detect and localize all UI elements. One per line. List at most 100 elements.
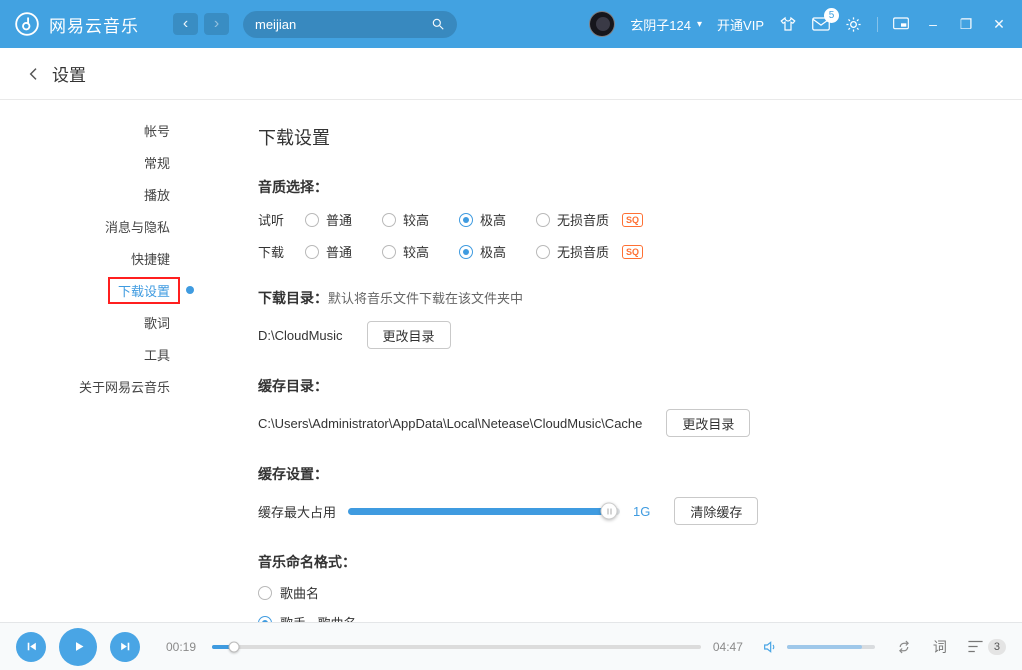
sidebar-item-label: 消息与隐私 xyxy=(105,217,170,236)
next-track-button[interactable] xyxy=(110,632,140,662)
radio-listen-higher[interactable]: 较高 xyxy=(382,210,459,229)
radio-icon[interactable] xyxy=(459,213,473,227)
sidebar-item-shortcuts[interactable]: 快捷键 xyxy=(0,242,196,274)
nav-buttons: ‹ › xyxy=(173,13,229,35)
cache-slider-handle[interactable] xyxy=(601,503,618,520)
caret-down-icon[interactable]: ▾ xyxy=(697,19,702,30)
progress-slider[interactable] xyxy=(212,645,701,649)
volume-slider[interactable] xyxy=(787,645,875,649)
radio-download-normal[interactable]: 普通 xyxy=(305,242,382,261)
lyrics-icon[interactable]: 词 xyxy=(933,637,947,657)
cache-dir-row: C:\Users\Administrator\AppData\Local\Net… xyxy=(258,409,992,437)
radio-label: 歌曲名 xyxy=(280,583,319,602)
play-icon xyxy=(71,639,86,654)
radio-naming-artist-song[interactable]: 歌手 - 歌曲名 xyxy=(258,613,992,622)
playlist-icon[interactable]: 3 xyxy=(967,639,1006,655)
radio-download-lossless[interactable]: 无损音质SQ xyxy=(536,242,643,261)
avatar[interactable] xyxy=(589,11,615,37)
app-logo[interactable]: 网易云音乐 xyxy=(14,11,139,37)
radio-icon[interactable] xyxy=(382,213,396,227)
radio-icon[interactable] xyxy=(382,245,396,259)
quality-row-download: 下载 普通 较高 极高 无损音质SQ xyxy=(258,242,992,261)
download-dir-label-bold: 下载目录： xyxy=(258,290,328,306)
play-button[interactable] xyxy=(59,628,97,666)
radio-listen-lossless[interactable]: 无损音质SQ xyxy=(536,210,643,229)
search-box[interactable] xyxy=(243,11,457,38)
radio-icon[interactable] xyxy=(536,245,550,259)
repeat-mode-icon[interactable] xyxy=(895,638,913,656)
username[interactable]: 玄阴子124 xyxy=(630,15,691,34)
vip-link[interactable]: 开通VIP xyxy=(717,15,764,34)
volume-fill xyxy=(787,645,862,649)
download-dir-label: 下载目录：默认将音乐文件下载在该文件夹中 xyxy=(258,288,992,308)
cache-dir-label: 缓存目录： xyxy=(258,376,992,396)
mail-icon[interactable]: 5 xyxy=(812,17,830,31)
sidebar-item-playback[interactable]: 播放 xyxy=(0,178,196,210)
clear-cache-button[interactable]: 清除缓存 xyxy=(674,497,758,525)
radio-label: 较高 xyxy=(403,242,429,261)
download-dir-path: D:\CloudMusic xyxy=(258,328,343,343)
radio-listen-extreme[interactable]: 极高 xyxy=(459,210,536,229)
settings-content: 下载设置 音质选择： 试听 普通 较高 极高 无损音质SQ 下载 普通 较高 极… xyxy=(196,100,1022,622)
radio-listen-normal[interactable]: 普通 xyxy=(305,210,382,229)
skin-icon[interactable] xyxy=(779,15,797,33)
titlebar: 网易云音乐 ‹ › 玄阴子124 ▾ 开通VIP xyxy=(0,0,1022,48)
sidebar-item-tools[interactable]: 工具 xyxy=(0,338,196,370)
cache-size-slider[interactable] xyxy=(348,508,620,515)
previous-track-button[interactable] xyxy=(16,632,46,662)
naming-label: 音乐命名格式： xyxy=(258,552,992,572)
minimize-icon[interactable]: – xyxy=(924,17,942,31)
netease-logo-icon xyxy=(14,11,40,37)
cache-slider-row: 缓存最大占用 1G 清除缓存 xyxy=(258,497,992,525)
sidebar-item-label: 歌词 xyxy=(144,313,170,332)
settings-gear-icon[interactable] xyxy=(845,16,862,33)
radio-icon[interactable] xyxy=(459,245,473,259)
radio-label: 极高 xyxy=(480,210,506,229)
radio-download-extreme[interactable]: 极高 xyxy=(459,242,536,261)
sidebar-item-label: 工具 xyxy=(144,345,170,364)
volume-icon[interactable] xyxy=(761,639,779,655)
search-icon[interactable] xyxy=(431,17,445,31)
change-download-dir-button[interactable]: 更改目录 xyxy=(367,321,451,349)
radio-icon[interactable] xyxy=(258,586,272,600)
quality-group: 音质选择： 试听 普通 较高 极高 无损音质SQ 下载 普通 较高 极高 无损音… xyxy=(258,177,992,261)
close-icon[interactable]: ✕ xyxy=(990,17,1008,31)
search-input[interactable] xyxy=(255,17,431,32)
annotation-red-box: 下载设置 xyxy=(108,277,180,304)
radio-icon[interactable] xyxy=(305,245,319,259)
player-bar: 00:19 04:47 词 3 xyxy=(0,622,1022,670)
back-button[interactable]: ‹ xyxy=(173,13,198,35)
sq-badge-icon: SQ xyxy=(622,213,643,227)
settings-main: 帐号 常规 播放 消息与隐私 快捷键 下载设置 歌词 工具 关于网易云音乐 下载… xyxy=(0,100,1022,622)
sidebar-item-privacy[interactable]: 消息与隐私 xyxy=(0,210,196,242)
cache-slider-label: 缓存最大占用 xyxy=(258,502,336,521)
maximize-icon[interactable]: ❐ xyxy=(957,17,975,31)
radio-icon[interactable] xyxy=(536,213,550,227)
active-indicator-dot xyxy=(186,286,194,294)
playlist-count-badge: 3 xyxy=(988,639,1006,655)
back-chevron-icon[interactable] xyxy=(26,66,42,82)
radio-download-higher[interactable]: 较高 xyxy=(382,242,459,261)
app-title: 网易云音乐 xyxy=(49,12,139,37)
quality-label: 音质选择： xyxy=(258,177,992,197)
download-dir-row: D:\CloudMusic 更改目录 xyxy=(258,321,992,349)
app-window: 网易云音乐 ‹ › 玄阴子124 ▾ 开通VIP xyxy=(0,0,1022,670)
sidebar-item-general[interactable]: 常规 xyxy=(0,146,196,178)
sidebar-item-download-settings[interactable]: 下载设置 xyxy=(0,274,196,306)
titlebar-right: 玄阴子124 ▾ 开通VIP 5 xyxy=(589,11,1008,37)
sidebar-item-about[interactable]: 关于网易云音乐 xyxy=(0,370,196,402)
radio-label: 普通 xyxy=(326,210,352,229)
change-cache-dir-button[interactable]: 更改目录 xyxy=(666,409,750,437)
sidebar-item-lyrics[interactable]: 歌词 xyxy=(0,306,196,338)
download-dir-desc: 默认将音乐文件下载在该文件夹中 xyxy=(328,291,523,306)
mini-player-icon[interactable] xyxy=(893,17,909,31)
radio-naming-song[interactable]: 歌曲名 xyxy=(258,583,992,602)
radio-icon[interactable] xyxy=(305,213,319,227)
page-title: 设置 xyxy=(52,61,86,86)
volume-control xyxy=(761,639,875,655)
sidebar-item-account[interactable]: 帐号 xyxy=(0,114,196,146)
progress-handle[interactable] xyxy=(229,641,240,652)
radio-label: 极高 xyxy=(480,242,506,261)
naming-group: 音乐命名格式： 歌曲名 歌手 - 歌曲名 歌曲名 - 歌手 xyxy=(258,552,992,622)
forward-button[interactable]: › xyxy=(204,13,229,35)
